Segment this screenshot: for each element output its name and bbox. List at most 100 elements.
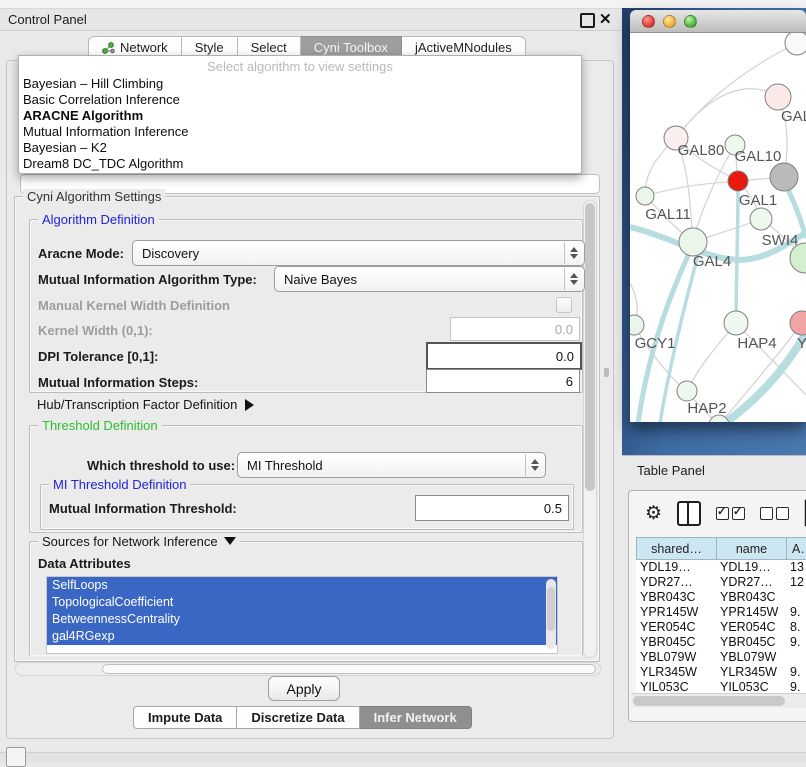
network-canvas[interactable]: GALGAL80GAL10GAL1GAL11GAL4SWI4GCY1HAP4YH… [630, 33, 806, 422]
scrollbar-thumb[interactable] [102, 664, 596, 674]
dpi-tolerance-label: DPI Tolerance [0,1]: [38, 349, 158, 364]
tab-label: Impute Data [148, 710, 222, 725]
table-row[interactable]: YBR045CYBR045C9. [636, 635, 806, 650]
table-cell: YER054C [636, 620, 716, 635]
tab-label: Style [195, 40, 224, 55]
network-node-gal[interactable] [765, 84, 791, 110]
mi-steps-field[interactable]: 6 [426, 369, 580, 393]
mi-threshold-title: MI Threshold Definition [49, 477, 190, 492]
scrollbar-thumb[interactable] [547, 587, 555, 631]
attribute-item[interactable]: gal4RGexp [47, 628, 557, 645]
network-node[interactable] [728, 171, 748, 191]
table-horizontal-scrollbar[interactable] [631, 693, 806, 708]
manual-kernel-checkbox[interactable] [556, 297, 572, 313]
table-cell: YBR045C [636, 635, 716, 650]
node-label: GCY1 [635, 335, 676, 352]
table-row[interactable]: YBR043CYBR043C [636, 590, 806, 605]
close-icon[interactable]: ✕ [599, 10, 612, 28]
dropdown-item[interactable]: Bayesian – Hill Climbing [19, 76, 581, 92]
table-cell [786, 590, 806, 605]
network-node-y[interactable] [790, 311, 806, 335]
table-cell: YLR345W [636, 665, 716, 680]
attribute-item[interactable]: BetweennessCentrality [47, 611, 557, 628]
attributes-scrollbar[interactable] [546, 579, 556, 649]
dropdown-item[interactable]: Basic Correlation Inference [19, 92, 581, 108]
dpi-tolerance-field[interactable]: 0.0 [426, 342, 582, 370]
float-window-icon[interactable] [580, 13, 595, 28]
mi-threshold-group: MI Threshold Definition Mutual Informati… [40, 484, 574, 530]
column-browser-icon[interactable] [677, 501, 701, 526]
network-window-titlebar[interactable] [630, 10, 806, 33]
hub-definition-toggle[interactable]: Hub/Transcription Factor Definition [37, 397, 254, 412]
dropdown-item[interactable]: Bayesian – K2 [19, 140, 581, 156]
tab-discretize-data[interactable]: Discretize Data [237, 706, 359, 729]
bottom-tabbar: Impute Data Discretize Data Infer Networ… [133, 706, 472, 729]
network-node-gal4[interactable] [679, 228, 707, 256]
dropdown-item[interactable]: ARACNE Algorithm [19, 108, 581, 124]
table-panel-title: Table Panel [637, 463, 705, 478]
table-row[interactable]: YER054CYER054C8. [636, 620, 806, 635]
attr-items: SelfLoopsTopologicalCoefficientBetweenne… [47, 577, 557, 645]
network-view-window[interactable]: GALGAL80GAL10GAL1GAL11GAL4SWI4GCY1HAP4YH… [630, 10, 806, 422]
scrollbar-thumb[interactable] [633, 696, 785, 706]
column-header[interactable]: A… [787, 538, 806, 559]
mi-threshold-field[interactable]: 0.5 [415, 495, 569, 521]
expanded-arrow-icon[interactable] [224, 537, 236, 545]
gear-icon[interactable]: ⚙ [645, 504, 662, 523]
column-header[interactable]: shared… [637, 538, 717, 559]
grip-icon[interactable] [6, 747, 26, 767]
tab-label: jActiveMNodules [415, 40, 512, 55]
node-table[interactable]: shared…nameA… YDL19…YDL19…13YDR27…YDR27…… [636, 537, 806, 695]
settings-horizontal-scrollbar[interactable] [15, 662, 601, 676]
table-cell: YBR043C [716, 590, 786, 605]
table-toolbar: ⚙ [629, 491, 806, 535]
mi-type-combobox[interactable]: Naive Bayes [274, 266, 585, 292]
zoom-traffic-light-icon[interactable] [684, 15, 697, 28]
close-traffic-light-icon[interactable] [642, 15, 655, 28]
table-cell: YDR27… [716, 575, 786, 590]
which-threshold-value: MI Threshold [247, 458, 323, 473]
network-node-gal11[interactable] [636, 187, 654, 205]
table-row[interactable]: YDR27…YDR27…12 [636, 575, 806, 590]
which-threshold-label: Which threshold to use: [87, 458, 235, 473]
tab-infer-network[interactable]: Infer Network [360, 706, 472, 729]
select-all-columns-icon[interactable] [716, 507, 745, 520]
network-node-gcy1[interactable] [630, 315, 644, 335]
tab-label: Cyni Toolbox [314, 40, 388, 55]
data-attributes-label: Data Attributes [38, 556, 131, 571]
table-row[interactable]: YBL079WYBL079W [636, 650, 806, 665]
tab-impute-data[interactable]: Impute Data [133, 706, 237, 729]
node-label: GAL80 [678, 142, 725, 159]
attribute-item[interactable]: TopologicalCoefficient [47, 594, 557, 611]
network-node-gal1[interactable] [750, 208, 772, 230]
column-header[interactable]: name [717, 538, 787, 559]
dropdown-item[interactable]: Dream8 DC_TDC Algorithm [19, 156, 581, 172]
scrollbar-thumb[interactable] [585, 203, 595, 491]
minimize-traffic-light-icon[interactable] [663, 15, 676, 28]
aracne-mode-combobox[interactable]: Discovery [132, 240, 585, 266]
panel-splitter-handle[interactable] [604, 368, 609, 377]
dropdown-item[interactable]: Mutual Information Inference [19, 124, 581, 140]
unselect-all-columns-icon[interactable] [760, 507, 789, 520]
table-row[interactable]: YDL19…YDL19…13 [636, 560, 806, 575]
network-node-hap4[interactable] [724, 311, 748, 335]
node-label: GAL [781, 108, 806, 125]
table-row[interactable]: YPR145WYPR145W9. [636, 605, 806, 620]
which-threshold-combobox[interactable]: MI Threshold [237, 452, 546, 478]
mi-threshold-label: Mutual Information Threshold: [49, 501, 237, 516]
table-row[interactable]: YLR345WYLR345W9. [636, 665, 806, 680]
aracne-mode-value: Discovery [142, 246, 199, 261]
network-node-gal10[interactable] [770, 163, 798, 191]
mi-type-value: Naive Bayes [284, 272, 357, 287]
apply-button[interactable]: Apply [268, 676, 340, 701]
data-attributes-list[interactable]: SelfLoopsTopologicalCoefficientBetweenne… [46, 576, 558, 654]
attribute-item[interactable]: SelfLoops [47, 577, 557, 594]
network-node[interactable] [785, 33, 806, 55]
node-label: GAL10 [735, 148, 782, 165]
settings-vertical-scrollbar[interactable] [583, 200, 597, 658]
tab-label: Select [251, 40, 287, 55]
node-label: GAL1 [739, 192, 777, 209]
network-node-hap2[interactable] [677, 381, 697, 401]
kernel-width-field[interactable]: 0.0 [450, 317, 580, 341]
control-panel-titlebar: Control Panel ✕ [0, 9, 622, 31]
